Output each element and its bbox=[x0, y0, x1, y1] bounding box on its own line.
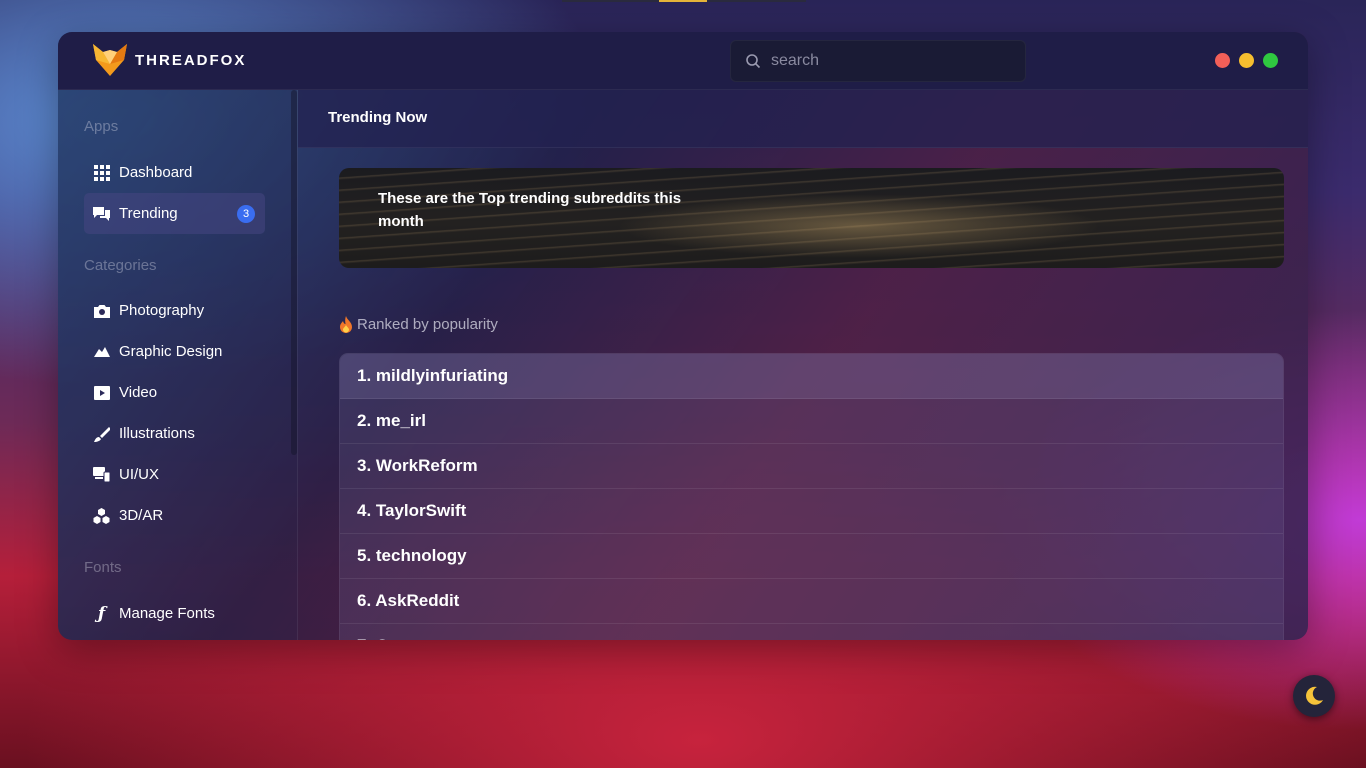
minimize-window-button[interactable] bbox=[1239, 53, 1254, 68]
sidebar-item-illustrations[interactable]: Illustrations bbox=[84, 413, 265, 454]
fire-icon bbox=[340, 316, 352, 333]
app-window: THREADFOX Apps Dash bbox=[58, 32, 1308, 640]
theme-toggle-button[interactable] bbox=[1293, 675, 1335, 717]
ranked-heading: Ranked by popularity bbox=[339, 316, 498, 333]
sidebar-item-label: Video bbox=[119, 384, 158, 401]
logo[interactable]: THREADFOX bbox=[91, 42, 246, 78]
fox-logo-icon bbox=[93, 44, 127, 76]
font-icon: ƒ bbox=[97, 603, 106, 624]
sidebar-item-3d-ar[interactable]: 3D/AR bbox=[84, 495, 265, 536]
section-title-fonts: Fonts bbox=[84, 559, 122, 576]
subreddit-list: 1. mildlyinfuriating 2. me_irl 3. WorkRe… bbox=[339, 353, 1284, 640]
cubes-icon bbox=[93, 507, 110, 524]
close-window-button[interactable] bbox=[1215, 53, 1230, 68]
page-title: Trending Now bbox=[328, 109, 428, 126]
list-item[interactable]: 1. mildlyinfuriating bbox=[340, 354, 1283, 399]
banner-text: These are the Top trending subreddits th… bbox=[378, 190, 682, 230]
camera-icon bbox=[93, 302, 110, 319]
section-title-categories: Categories bbox=[84, 257, 157, 274]
devices-icon bbox=[93, 466, 110, 483]
brush-icon bbox=[93, 425, 110, 442]
search-input[interactable] bbox=[771, 52, 1001, 70]
list-item[interactable]: 2. me_irl bbox=[340, 399, 1283, 444]
search-icon bbox=[746, 54, 761, 69]
sidebar-item-label: Manage Fonts bbox=[119, 605, 215, 622]
sidebar-item-photography[interactable]: Photography bbox=[84, 290, 265, 331]
sidebar-item-manage-fonts[interactable]: ƒ Manage Fonts bbox=[84, 593, 265, 634]
grid-icon bbox=[93, 164, 110, 181]
sidebar-scrollbar[interactable] bbox=[291, 90, 297, 455]
window-controls bbox=[1215, 53, 1278, 68]
sidebar-item-video[interactable]: Video bbox=[84, 372, 265, 413]
chat-bubbles-icon bbox=[93, 205, 110, 222]
sidebar: Apps Dashboard Trending 3 Categories Pho… bbox=[58, 90, 298, 640]
header: THREADFOX bbox=[58, 32, 1308, 90]
main-content: Trending Now These are the Top trending … bbox=[298, 90, 1308, 640]
search-box[interactable] bbox=[730, 40, 1026, 82]
sidebar-item-graphic-design[interactable]: Graphic Design bbox=[84, 331, 265, 372]
sidebar-item-dashboard[interactable]: Dashboard bbox=[84, 152, 265, 193]
moon-icon bbox=[1306, 686, 1323, 705]
video-icon bbox=[93, 384, 110, 401]
pen-tool-icon bbox=[93, 343, 110, 360]
sidebar-item-label: Photography bbox=[119, 302, 205, 319]
list-item[interactable]: 5. technology bbox=[340, 534, 1283, 579]
sidebar-item-trending[interactable]: Trending 3 bbox=[84, 193, 265, 234]
sidebar-item-label: Illustrations bbox=[119, 425, 195, 442]
section-title-apps: Apps bbox=[84, 118, 119, 135]
list-item[interactable]: 3. WorkReform bbox=[340, 444, 1283, 489]
notification-badge: 3 bbox=[237, 205, 255, 223]
sidebar-item-label: UI/UX bbox=[119, 466, 160, 483]
list-item[interactable]: 7. Conta... bbox=[340, 624, 1283, 640]
main-title-bar: Trending Now bbox=[298, 90, 1308, 148]
sidebar-item-label: 3D/AR bbox=[119, 507, 164, 524]
top-strip bbox=[562, 0, 806, 2]
app-name: THREADFOX bbox=[135, 51, 247, 69]
list-item[interactable]: 4. TaylorSwift bbox=[340, 489, 1283, 534]
sidebar-item-ui-ux[interactable]: UI/UX bbox=[84, 454, 265, 495]
sidebar-item-label: Dashboard bbox=[119, 164, 193, 181]
banner: These are the Top trending subreddits th… bbox=[339, 168, 1284, 268]
ranked-label: Ranked by popularity bbox=[357, 316, 498, 333]
maximize-window-button[interactable] bbox=[1263, 53, 1278, 68]
sidebar-item-label: Trending bbox=[119, 205, 178, 222]
list-item[interactable]: 6. AskReddit bbox=[340, 579, 1283, 624]
sidebar-item-label: Graphic Design bbox=[119, 343, 223, 360]
